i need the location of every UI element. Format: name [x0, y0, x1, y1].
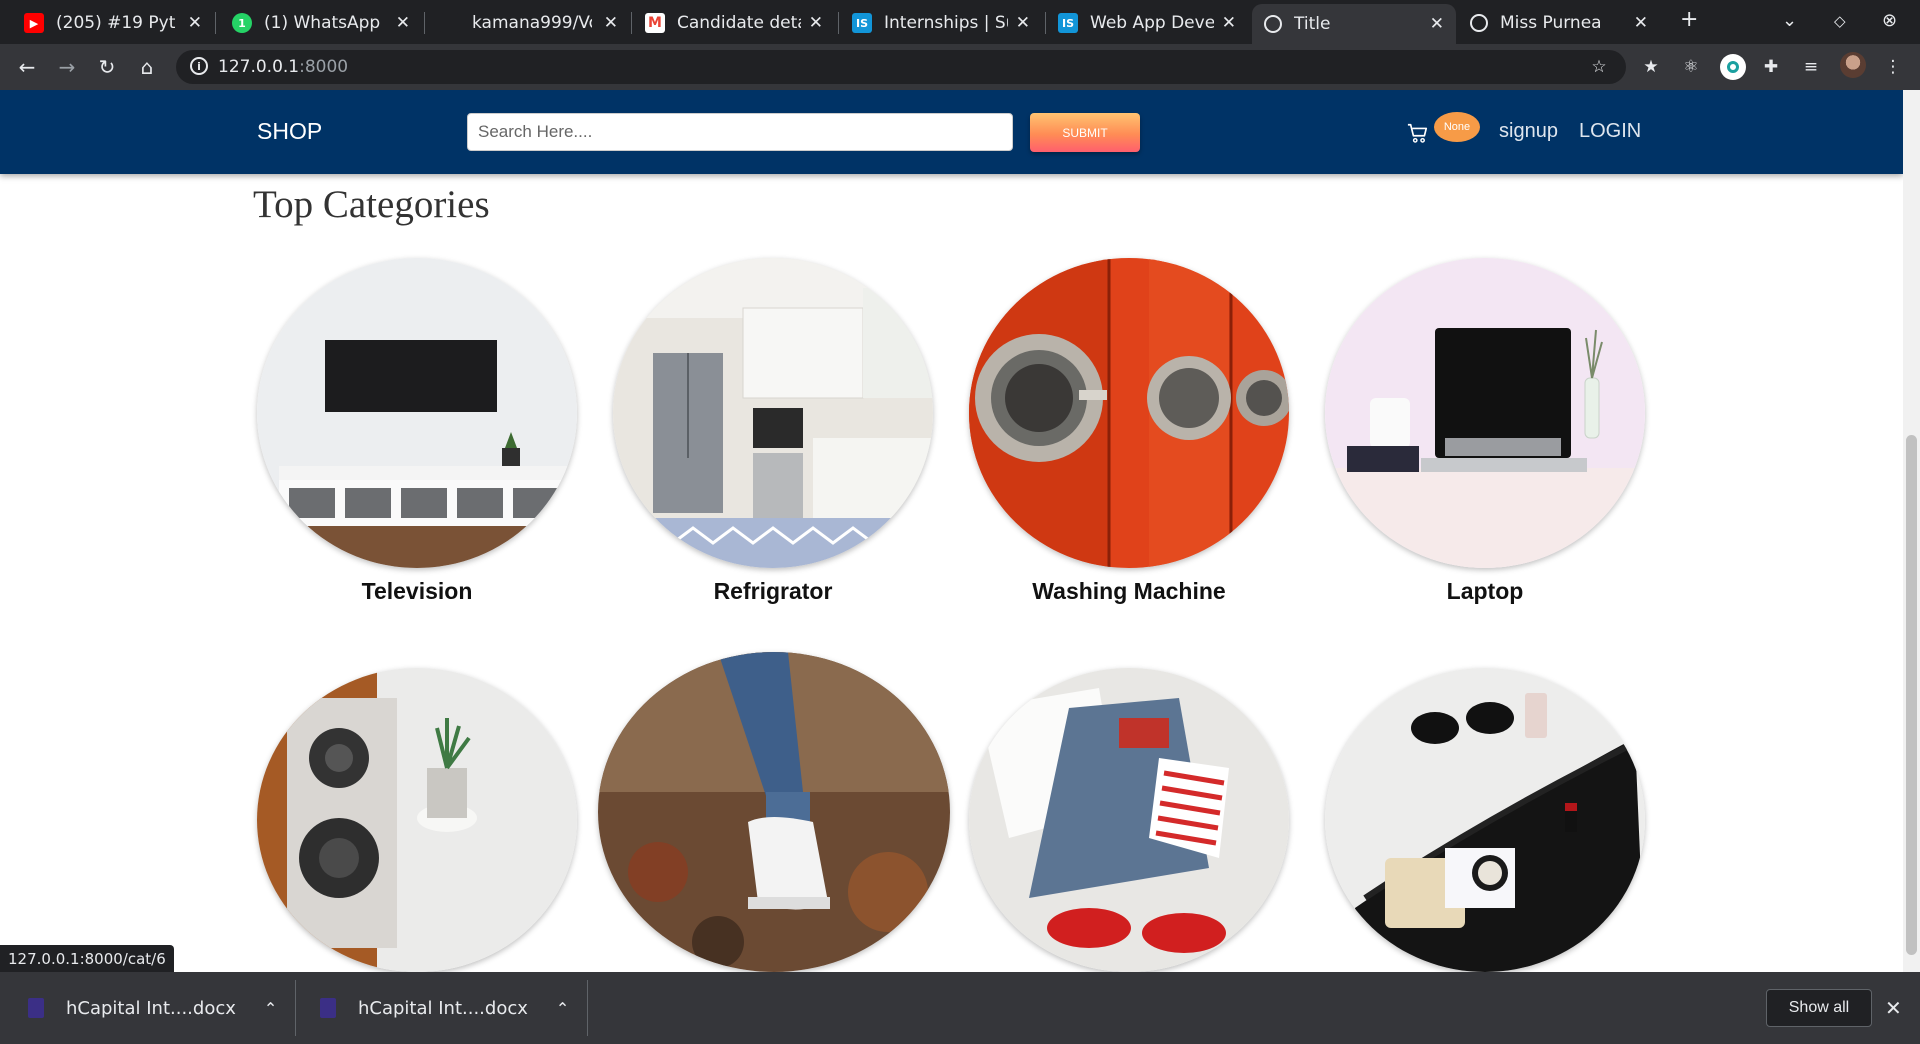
profile-avatar[interactable] — [1840, 52, 1866, 78]
extension-circle-icon[interactable] — [1720, 54, 1746, 80]
menu-kebab-icon[interactable]: ⋮ — [1882, 56, 1904, 78]
close-icon[interactable]: ✕ — [1634, 13, 1648, 33]
tab-title: Candidate deta — [677, 13, 801, 33]
youtube-icon: ▶ — [24, 13, 44, 33]
category-label[interactable]: Washing Machine — [969, 578, 1289, 605]
category-card-refrigerator[interactable]: Refrigrator — [613, 258, 933, 608]
globe-icon — [1470, 14, 1488, 32]
browser-toolbar: ← → ↻ ⌂ i 127.0.0.1:8000 ☆ ★ ⚛ ✚ ≡ ⋮ — [0, 44, 1920, 90]
washing-machine-image[interactable] — [969, 258, 1289, 568]
close-icon[interactable]: ✕ — [1885, 996, 1902, 1020]
close-icon[interactable]: ✕ — [604, 13, 618, 33]
search-input[interactable] — [467, 113, 1013, 151]
scrollbar-thumb[interactable] — [1906, 435, 1917, 955]
tab-title-active[interactable]: Title ✕ — [1252, 4, 1456, 44]
reading-list-star-icon[interactable]: ★ — [1640, 56, 1662, 78]
speaker-image[interactable] — [257, 668, 577, 972]
category-card-clothing[interactable] — [969, 668, 1289, 972]
bookmark-star-icon[interactable]: ☆ — [1588, 56, 1610, 78]
category-card-television[interactable]: Television — [257, 258, 577, 608]
tab-github[interactable]: kamana999/Vo ✕ — [440, 6, 630, 40]
browser-tab-strip: ▶ (205) #19 Pyth ✕ 1 (1) WhatsApp ✕ kama… — [0, 0, 1920, 44]
window-close-icon[interactable]: ⊗ — [1882, 10, 1897, 31]
address-bar[interactable]: i 127.0.0.1:8000 ☆ — [176, 50, 1626, 84]
downloads-bar: hCapital Int....docx ⌃ hCapital Int....d… — [0, 972, 1920, 1044]
tab-title: Web App Devel — [1090, 13, 1214, 33]
site-navbar: SHOP SUBMIT None signup LOGIN — [0, 90, 1903, 174]
reload-icon[interactable]: ↻ — [92, 52, 122, 82]
close-icon[interactable]: ✕ — [809, 13, 823, 33]
new-tab-icon[interactable]: + — [1680, 7, 1698, 32]
word-doc-icon — [320, 998, 336, 1018]
cart-count-badge: None — [1434, 112, 1480, 142]
tab-internshala[interactable]: IS Internships | Su ✕ — [852, 6, 1042, 40]
link-status-bubble: 127.0.0.1:8000/cat/6 — [0, 945, 174, 973]
tab-web-app-dev[interactable]: IS Web App Devel ✕ — [1058, 6, 1248, 40]
refrigerator-image[interactable] — [613, 258, 933, 568]
download-filename[interactable]: hCapital Int....docx — [66, 998, 236, 1019]
submit-button[interactable]: SUBMIT — [1030, 113, 1140, 152]
tab-title: Miss Purnea — [1500, 13, 1602, 33]
site-brand[interactable]: SHOP — [257, 118, 322, 145]
close-icon[interactable]: ✕ — [188, 13, 202, 33]
show-all-button[interactable]: Show all — [1766, 989, 1872, 1027]
category-card-speaker[interactable] — [257, 668, 577, 972]
tab-title: kamana999/Vo — [472, 13, 592, 33]
accessories-image[interactable] — [1325, 668, 1645, 972]
back-icon[interactable]: ← — [12, 52, 42, 82]
whatsapp-icon: 1 — [232, 13, 252, 33]
login-link[interactable]: LOGIN — [1579, 120, 1641, 143]
download-item[interactable]: hCapital Int....docx ⌃ — [320, 972, 569, 1044]
signup-link[interactable]: signup — [1499, 120, 1558, 143]
cart-icon[interactable] — [1407, 122, 1429, 144]
close-icon[interactable]: ✕ — [396, 13, 410, 33]
tab-youtube[interactable]: ▶ (205) #19 Pyth ✕ — [24, 6, 214, 40]
close-icon[interactable]: ✕ — [1016, 13, 1030, 33]
tab-title: Title — [1294, 14, 1331, 34]
internshala-icon: IS — [852, 13, 872, 33]
clothing-image[interactable] — [969, 668, 1289, 972]
home-icon[interactable]: ⌂ — [132, 52, 162, 82]
tab-gmail[interactable]: M Candidate deta ✕ — [645, 6, 835, 40]
globe-icon — [1264, 15, 1282, 33]
web-page: SHOP SUBMIT None signup LOGIN Top Catego… — [0, 90, 1903, 972]
github-icon — [440, 13, 460, 33]
category-card-accessories[interactable] — [1325, 668, 1645, 972]
info-icon[interactable]: i — [190, 57, 208, 75]
close-icon[interactable]: ✕ — [1222, 13, 1236, 33]
category-card-laptop[interactable]: Laptop — [1325, 258, 1645, 608]
gmail-icon: M — [645, 13, 665, 33]
url-text[interactable]: 127.0.0.1:8000 — [218, 57, 348, 77]
category-card-shoes[interactable] — [598, 652, 950, 972]
tab-title: Internships | Su — [884, 13, 1008, 33]
close-icon[interactable]: ✕ — [1430, 14, 1444, 34]
extensions-puzzle-icon[interactable]: ✚ — [1760, 56, 1782, 78]
download-filename[interactable]: hCapital Int....docx — [358, 998, 528, 1019]
laptop-image[interactable] — [1325, 258, 1645, 568]
category-label[interactable]: Refrigrator — [613, 578, 933, 605]
chevron-down-icon[interactable]: ⌄ — [1782, 10, 1797, 31]
diamond-icon[interactable]: ◇ — [1834, 12, 1846, 30]
television-image[interactable] — [257, 258, 577, 568]
category-label[interactable]: Television — [257, 578, 577, 605]
word-doc-icon — [28, 998, 44, 1018]
shoes-image[interactable] — [598, 652, 950, 972]
tab-title: (205) #19 Pyth — [56, 13, 176, 33]
media-queue-icon[interactable]: ≡ — [1800, 56, 1822, 78]
chevron-up-icon[interactable]: ⌃ — [556, 999, 569, 1018]
forward-icon[interactable]: → — [52, 52, 82, 82]
category-label[interactable]: Laptop — [1325, 578, 1645, 605]
section-title: Top Categories — [253, 183, 490, 226]
react-devtools-icon[interactable]: ⚛ — [1680, 56, 1702, 78]
tab-title: (1) WhatsApp — [264, 13, 381, 33]
internshala-icon: IS — [1058, 13, 1078, 33]
category-card-washing-machine[interactable]: Washing Machine — [969, 258, 1289, 608]
chevron-up-icon[interactable]: ⌃ — [264, 999, 277, 1018]
tab-miss-purnea[interactable]: Miss Purnea ✕ — [1470, 6, 1660, 40]
tab-whatsapp[interactable]: 1 (1) WhatsApp ✕ — [232, 6, 422, 40]
download-item[interactable]: hCapital Int....docx ⌃ — [28, 972, 277, 1044]
